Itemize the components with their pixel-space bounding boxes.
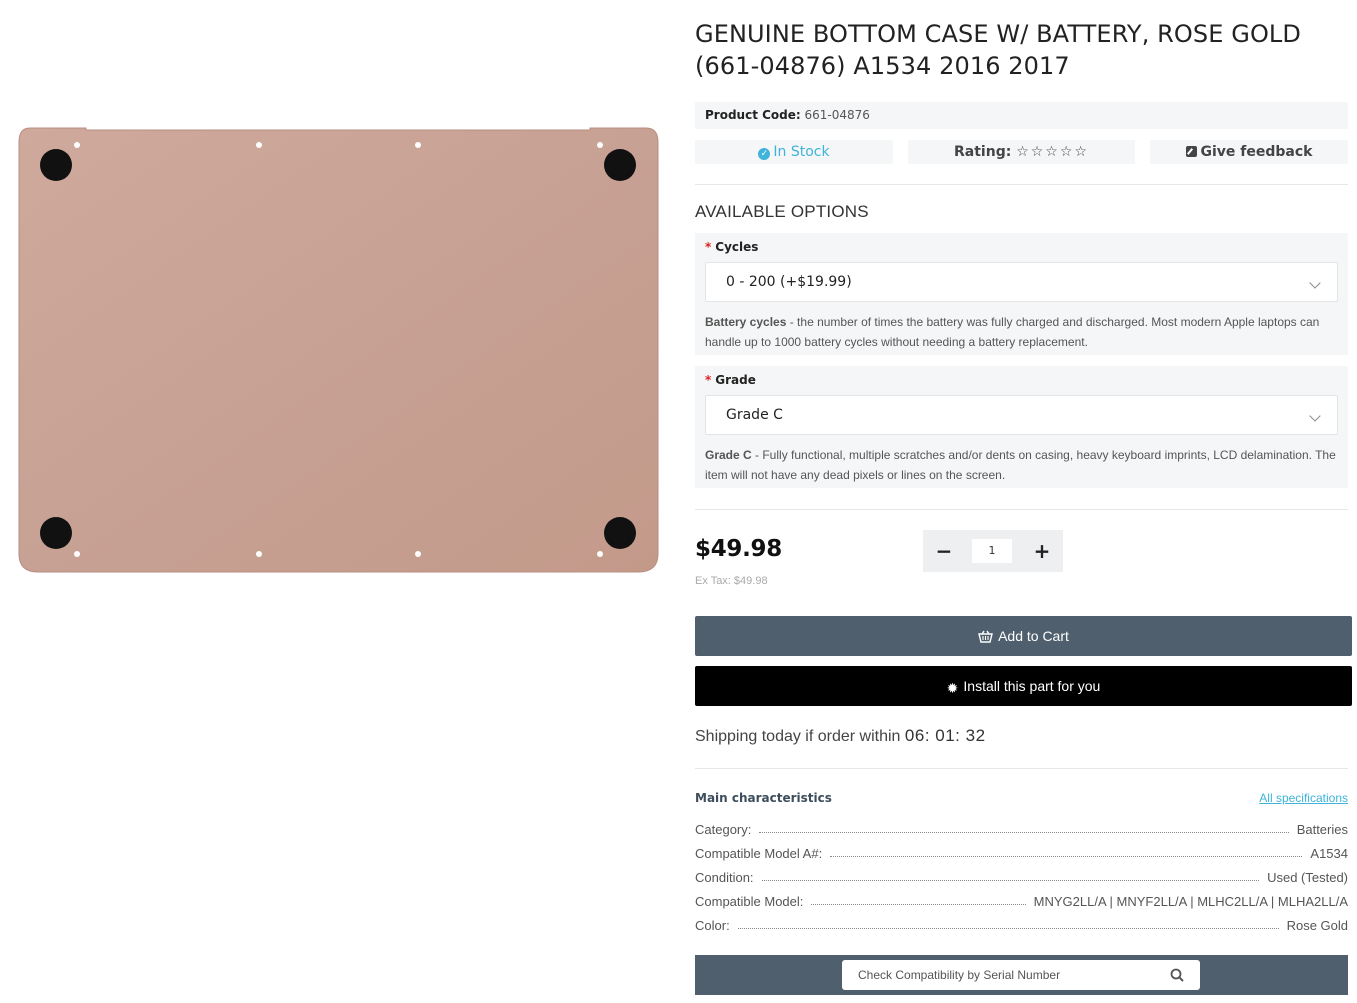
shipping-countdown: Shipping today if order within 06: 01: 3… xyxy=(695,726,986,746)
shipping-text: Shipping today if order within xyxy=(695,728,901,745)
quantity-decrease-button[interactable]: − xyxy=(923,530,965,572)
compatibility-check-bar: Check Compatibility by Serial Number xyxy=(695,955,1348,995)
cycles-label: * Cycles xyxy=(705,240,758,254)
option-grade: * Grade Grade C Grade C - Fully functiona… xyxy=(695,366,1348,488)
price: $49.98 xyxy=(695,536,782,562)
serial-number-input[interactable]: Check Compatibility by Serial Number xyxy=(842,960,1200,990)
quantity-input[interactable]: 1 xyxy=(972,539,1012,563)
add-to-cart-label: Add to Cart xyxy=(998,628,1069,644)
search-icon[interactable] xyxy=(1170,968,1184,982)
cycles-description: Battery cycles - the number of times the… xyxy=(705,312,1340,352)
gear-icon: ✹ xyxy=(946,680,959,696)
spec-row: Category: Batteries xyxy=(695,819,1348,837)
spec-value: A1534 xyxy=(1310,846,1348,861)
spec-key: Condition: xyxy=(695,870,754,885)
edit-icon xyxy=(1185,146,1197,157)
spec-row: Color: Rose Gold xyxy=(695,915,1348,933)
chevron-down-icon xyxy=(1309,410,1321,422)
spec-key: Compatible Model: xyxy=(695,894,804,909)
cycles-desc-text: - the number of times the battery was fu… xyxy=(705,315,1320,349)
spec-row: Condition: Used (Tested) xyxy=(695,867,1348,885)
cycles-select[interactable]: 0 - 200 (+$19.99) xyxy=(705,262,1338,302)
grade-desc-term: Grade C xyxy=(705,448,752,462)
spec-dots xyxy=(759,832,1289,833)
cycles-desc-term: Battery cycles xyxy=(705,315,787,329)
product-code-value: 661-04876 xyxy=(804,108,870,122)
all-specifications-link[interactable]: All specifications xyxy=(1259,791,1348,805)
grade-label: * Grade xyxy=(705,373,756,387)
basket-icon xyxy=(978,630,993,643)
product-title: GENUINE BOTTOM CASE W/ BATTERY, ROSE GOL… xyxy=(695,20,1301,80)
serial-number-placeholder: Check Compatibility by Serial Number xyxy=(858,968,1061,982)
spec-value: Batteries xyxy=(1296,822,1348,837)
grade-select[interactable]: Grade C xyxy=(705,395,1338,435)
spec-value: Used (Tested) xyxy=(1267,870,1348,885)
required-mark: * xyxy=(705,240,712,254)
spec-value: MNYG2LL/A | MNYF2LL/A | MLHC2LL/A | MLHA… xyxy=(1033,894,1348,909)
install-part-label: Install this part for you xyxy=(963,678,1101,694)
divider xyxy=(695,768,1348,769)
spec-row: Compatible Model A#: A1534 xyxy=(695,843,1348,861)
stock-status-label: In Stock xyxy=(773,144,830,160)
grade-label-text: Grade xyxy=(715,373,756,387)
cycles-select-value: 0 - 200 (+$19.99) xyxy=(726,274,852,290)
product-meta: ✓ In Stock Rating: ☆☆☆☆☆ Give feedback xyxy=(695,140,1348,164)
rating-stars[interactable]: ☆☆☆☆☆ xyxy=(1016,144,1089,160)
install-part-button[interactable]: ✹ Install this part for you xyxy=(695,666,1352,706)
ex-tax-price: Ex Tax: $49.98 xyxy=(695,575,768,587)
option-cycles: * Cycles 0 - 200 (+$19.99) Battery cycles… xyxy=(695,233,1348,355)
product-code-label: Product Code: xyxy=(705,108,801,122)
characteristics-title: Main characteristics xyxy=(695,791,832,805)
spec-dots xyxy=(761,880,1260,881)
spec-row: Compatible Model: MNYG2LL/A | MNYF2LL/A |… xyxy=(695,891,1348,909)
rating-label: Rating: xyxy=(954,144,1012,160)
chevron-down-icon xyxy=(1309,277,1321,289)
spec-value: Rose Gold xyxy=(1286,918,1348,933)
quantity-stepper: − 1 + xyxy=(923,530,1063,572)
cycles-label-text: Cycles xyxy=(715,240,759,254)
product-code: Product Code: 661-04876 xyxy=(695,102,1348,129)
required-mark: * xyxy=(705,373,712,387)
shipping-timer: 06: 01: 32 xyxy=(904,726,986,745)
divider xyxy=(695,509,1348,510)
spec-dots xyxy=(737,928,1279,929)
quantity-increase-button[interactable]: + xyxy=(1021,530,1063,572)
grade-desc-text: - Fully functional, multiple scratches a… xyxy=(705,448,1336,482)
rating[interactable]: Rating: ☆☆☆☆☆ xyxy=(908,140,1135,164)
bottom-case-illustration xyxy=(18,127,659,573)
grade-description: Grade C - Fully functional, multiple scr… xyxy=(705,445,1340,485)
stock-status: ✓ In Stock xyxy=(695,140,893,164)
give-feedback-label: Give feedback xyxy=(1200,144,1313,160)
grade-select-value: Grade C xyxy=(726,407,783,423)
check-circle-icon: ✓ xyxy=(758,148,771,160)
give-feedback-button[interactable]: Give feedback xyxy=(1150,140,1348,164)
spec-key: Color: xyxy=(695,918,730,933)
product-image[interactable] xyxy=(18,126,659,573)
options-heading: AVAILABLE OPTIONS xyxy=(695,202,869,221)
spec-key: Compatible Model A#: xyxy=(695,846,823,861)
spec-dots xyxy=(830,856,1303,857)
divider xyxy=(695,184,1348,185)
spec-dots xyxy=(811,904,1026,905)
spec-key: Category: xyxy=(695,822,752,837)
add-to-cart-button[interactable]: Add to Cart xyxy=(695,616,1352,656)
